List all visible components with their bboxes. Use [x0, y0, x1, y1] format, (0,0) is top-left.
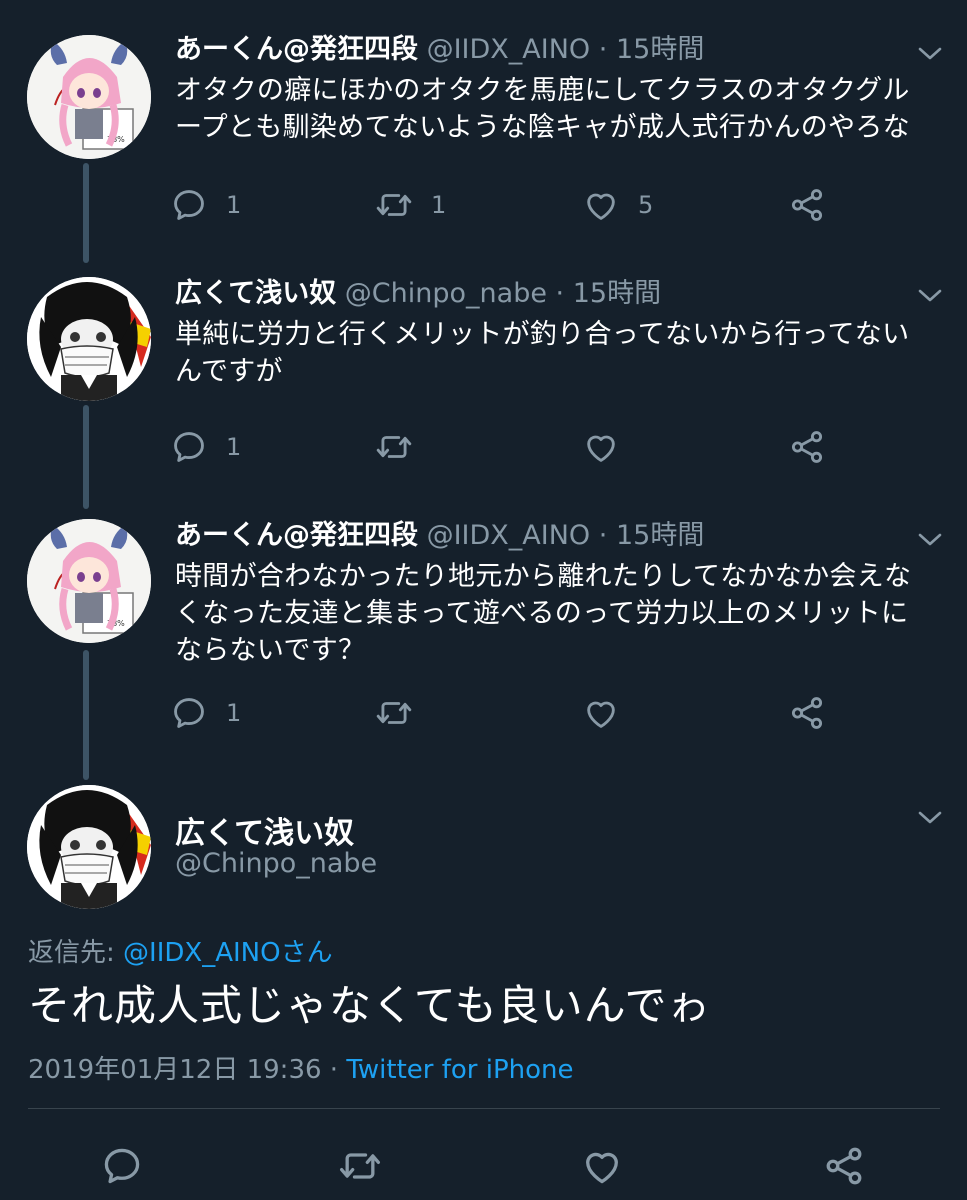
- retweet-icon: [375, 186, 413, 224]
- reply-button[interactable]: [100, 1144, 144, 1188]
- retweet-icon: [375, 694, 413, 732]
- tweet-text: オタクの癖にほかのオタクを馬鹿にしてクラスのオタクグループとも馴染めてないような…: [175, 75, 910, 143]
- reply-icon: [170, 428, 208, 466]
- like-count: 5: [638, 191, 654, 219]
- tweet-time[interactable]: 15時間: [616, 34, 704, 65]
- chevron-down-icon[interactable]: [916, 530, 944, 550]
- retweet-icon: [375, 428, 413, 466]
- separator-dot: ·: [598, 520, 608, 551]
- reply-target-link[interactable]: @IIDX_AINOさん: [123, 938, 333, 968]
- reply-icon: [100, 1144, 144, 1188]
- thread-line: [83, 163, 89, 263]
- share-icon: [822, 1144, 866, 1188]
- like-button[interactable]: [580, 1144, 624, 1188]
- share-button[interactable]: [788, 425, 826, 469]
- heart-icon: [582, 186, 620, 224]
- avatar[interactable]: [27, 277, 151, 401]
- masked-boy-avatar: [27, 277, 151, 401]
- main-tweet-actions: [100, 1144, 900, 1188]
- heart-icon: [580, 1144, 624, 1188]
- chevron-down-icon[interactable]: [916, 286, 944, 306]
- share-button[interactable]: [788, 691, 826, 735]
- share-button[interactable]: [822, 1144, 866, 1188]
- like-button[interactable]: [582, 691, 638, 735]
- tweet-meta: 2019年01月12日 19:36 · Twitter for iPhone: [28, 1049, 574, 1086]
- thread-line: [83, 650, 89, 780]
- retweet-button[interactable]: [338, 1144, 382, 1188]
- tweet-header: 広くて浅い奴 @Chinpo_nabe · 15時間: [175, 276, 661, 312]
- tweet-header: あーくん@発狂四段 @IIDX_AINO · 15時間: [175, 518, 704, 554]
- tweet-actions: 1: [170, 425, 850, 469]
- display-name[interactable]: あーくん@発狂四段: [175, 520, 418, 551]
- tweet-text: 時間が合わなかったり地元から離れたりしてなかなか会えなくなった友達と集まって遊べ…: [175, 561, 912, 666]
- display-name[interactable]: あーくん@発狂四段: [175, 34, 418, 65]
- user-handle[interactable]: @IIDX_AINO: [427, 34, 591, 65]
- share-icon: [788, 428, 826, 466]
- display-name[interactable]: 広くて浅い奴: [175, 808, 354, 852]
- anime-girl-pink-hair-avatar: [27, 35, 151, 159]
- separator-dot: ·: [555, 278, 565, 309]
- reply-count: 1: [226, 433, 242, 461]
- reply-button[interactable]: 1: [170, 691, 241, 735]
- retweet-button[interactable]: [375, 691, 431, 735]
- tweet-text: 単純に労力と行くメリットが釣り合ってないから行ってないんですが: [175, 319, 910, 387]
- reply-icon: [170, 694, 208, 732]
- avatar[interactable]: [27, 785, 151, 909]
- user-handle[interactable]: @Chinpo_nabe: [345, 278, 547, 309]
- retweet-button[interactable]: 1: [375, 183, 446, 227]
- reply-count: 1: [226, 699, 242, 727]
- separator-dot: ·: [329, 1055, 339, 1085]
- source-link[interactable]: Twitter for iPhone: [346, 1055, 573, 1085]
- tweet-actions: 1: [170, 691, 850, 735]
- tweet-text: それ成人式じゃなくても良いんでゎ: [28, 981, 711, 1030]
- share-icon: [788, 694, 826, 732]
- tweet-header: あーくん@発狂四段 @IIDX_AINO · 15時間: [175, 32, 704, 68]
- timestamp[interactable]: 2019年01月12日 19:36: [28, 1055, 322, 1085]
- thread-line: [83, 405, 89, 509]
- reply-button[interactable]: 1: [170, 425, 241, 469]
- share-icon: [788, 186, 826, 224]
- reply-prefix: 返信先:: [28, 938, 124, 968]
- anime-girl-pink-hair-avatar: [27, 519, 151, 643]
- masked-boy-avatar: [27, 785, 151, 909]
- like-button[interactable]: 5: [582, 183, 653, 227]
- retweet-button[interactable]: [375, 425, 431, 469]
- tweet-time[interactable]: 15時間: [573, 278, 661, 309]
- like-button[interactable]: [582, 425, 638, 469]
- chevron-down-icon[interactable]: [916, 808, 944, 828]
- tweet-time[interactable]: 15時間: [616, 520, 704, 551]
- share-button[interactable]: [788, 183, 826, 227]
- reply-icon: [170, 186, 208, 224]
- display-name[interactable]: 広くて浅い奴: [175, 278, 336, 309]
- reply-count: 1: [226, 191, 242, 219]
- reply-context: 返信先: @IIDX_AINOさん: [28, 932, 333, 969]
- tweet-actions: 1 1 5: [170, 183, 850, 227]
- chevron-down-icon[interactable]: [916, 44, 944, 64]
- separator-dot: ·: [598, 34, 608, 65]
- user-handle[interactable]: @Chinpo_nabe: [175, 848, 377, 879]
- retweet-icon: [338, 1144, 382, 1188]
- avatar[interactable]: [27, 35, 151, 159]
- avatar[interactable]: [27, 519, 151, 643]
- retweet-count: 1: [431, 191, 447, 219]
- heart-icon: [582, 694, 620, 732]
- divider: [28, 1108, 940, 1109]
- heart-icon: [582, 428, 620, 466]
- user-handle[interactable]: @IIDX_AINO: [427, 520, 591, 551]
- reply-button[interactable]: 1: [170, 183, 241, 227]
